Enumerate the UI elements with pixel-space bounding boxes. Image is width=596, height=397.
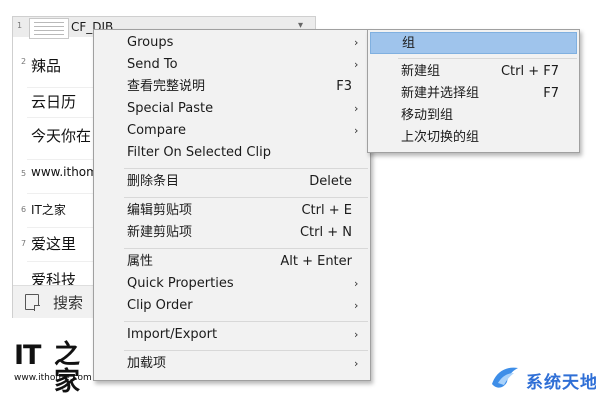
clip-item[interactable]: IT之家 [31, 201, 66, 218]
search-input[interactable]: 搜索 [53, 292, 83, 313]
ithome-logo-text: 之家 [54, 340, 81, 397]
clip-item[interactable]: 爱这里 [31, 233, 76, 254]
menu-item-properties[interactable]: 属性 Alt + Enter [96, 251, 368, 273]
chevron-right-icon: › [354, 58, 359, 71]
chevron-right-icon: › [354, 102, 359, 115]
menu-item-delete-entry[interactable]: 删除条目 Delete [96, 171, 368, 193]
context-menu: Groups › Send To › 查看完整说明 F3 Special Pas… [93, 29, 371, 381]
shortcut-label: F3 [336, 79, 352, 94]
shortcut-label: Ctrl + E [301, 203, 352, 218]
chevron-right-icon: › [354, 328, 359, 341]
menu-item-special-paste[interactable]: Special Paste › [96, 98, 368, 120]
shortcut-label: Ctrl + F7 [500, 64, 559, 79]
menu-separator [124, 248, 368, 249]
menu-separator [124, 350, 368, 351]
menu-item-import-export[interactable]: Import/Export › [96, 324, 368, 346]
clip-item[interactable]: 今天你在 [31, 125, 91, 146]
menu-item-quick-properties[interactable]: Quick Properties › [96, 273, 368, 295]
clip-item[interactable]: 云日历 [31, 91, 76, 112]
menu-item-groups[interactable]: Groups › [96, 32, 368, 54]
bird-logo-icon [492, 367, 518, 388]
menu-separator [124, 321, 368, 322]
menu-item-compare[interactable]: Compare › [96, 120, 368, 142]
menu-item-last-switched-group[interactable]: 上次切换的组 [370, 127, 577, 149]
ithome-logo-mark: IT [14, 340, 41, 371]
groups-submenu: 组 新建组 Ctrl + F7 新建并选择组 F7 移动到组 上次切换的组 [367, 29, 580, 153]
row-number: 6 [21, 205, 27, 214]
menu-item-new-group[interactable]: 新建组 Ctrl + F7 [370, 61, 577, 83]
row-number: 5 [21, 169, 27, 178]
row-number: 7 [21, 239, 27, 248]
menu-item-send-to[interactable]: Send To › [96, 54, 368, 76]
menu-item-filter-on-selected-clip[interactable]: Filter On Selected Clip [96, 142, 368, 164]
shortcut-label: Delete [309, 174, 352, 189]
menu-item-move-to-group[interactable]: 移动到组 [370, 105, 577, 127]
menu-separator [124, 168, 368, 169]
row-number: 1 [17, 21, 23, 30]
menu-item-new-and-select-group[interactable]: 新建并选择组 F7 [370, 83, 577, 105]
menu-item-new-clip[interactable]: 新建剪贴项 Ctrl + N [96, 222, 368, 244]
chevron-right-icon: › [354, 124, 359, 137]
shortcut-label: Alt + Enter [280, 254, 352, 269]
menu-item-clip-order[interactable]: Clip Order › [96, 295, 368, 317]
menu-item-group[interactable]: 组 [370, 32, 577, 54]
menu-item-edit-clip[interactable]: 编辑剪贴项 Ctrl + E [96, 200, 368, 222]
menu-separator [124, 197, 368, 198]
ithome-url: www.ithome.com [14, 373, 92, 383]
clip-item[interactable]: 辣品 [31, 55, 61, 76]
shortcut-label: Ctrl + N [299, 225, 352, 240]
clip-thumbnail[interactable] [29, 18, 69, 39]
shortcut-label: F7 [543, 86, 559, 101]
xitongtiandi-text: 系统天地 [526, 373, 596, 393]
menu-separator [398, 58, 577, 59]
menu-item-addins[interactable]: 加载项 › [96, 353, 368, 375]
chevron-right-icon: › [354, 299, 359, 312]
chevron-right-icon: › [354, 36, 359, 49]
menu-item-view-full-description[interactable]: 查看完整说明 F3 [96, 76, 368, 98]
document-icon [25, 294, 40, 311]
chevron-right-icon: › [354, 357, 359, 370]
clip-item[interactable]: www.ithom [31, 165, 98, 179]
row-number: 2 [21, 57, 27, 66]
chevron-right-icon: › [354, 277, 359, 290]
